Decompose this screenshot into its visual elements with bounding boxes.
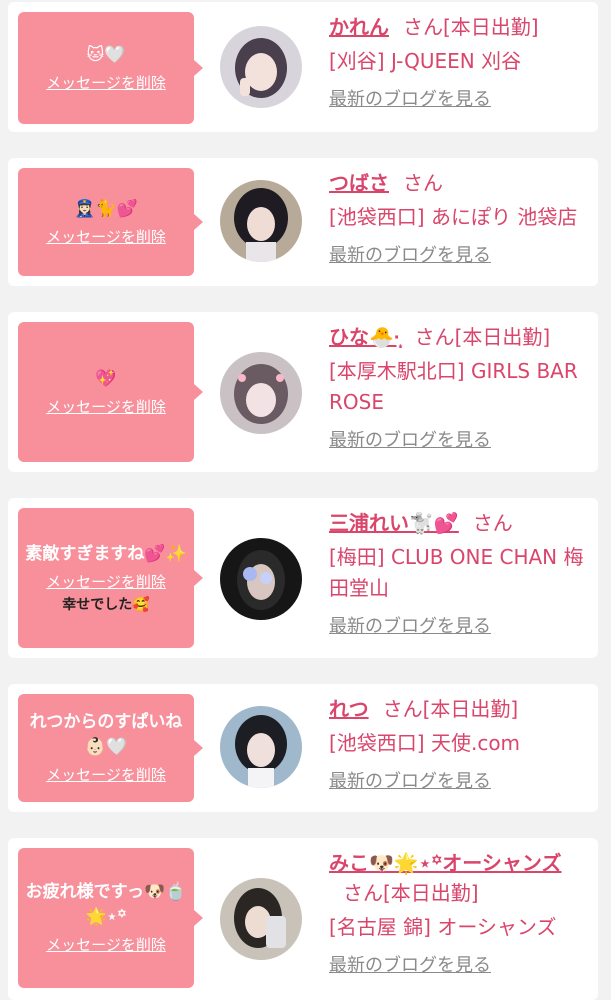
message-card: 👮🏻‍♀️🐈💕 メッセージを削除 つばさ さん [池袋西口] あにぽり 池袋店 最… xyxy=(8,158,598,286)
status-badge: [本日出勤] xyxy=(422,697,519,721)
blog-link[interactable]: 最新のブログを見る xyxy=(329,614,595,640)
cast-info: れつ さん[本日出勤] [池袋西口] 天使.com 最新のブログを見る xyxy=(329,694,595,795)
shop-name: [池袋西口] 天使.com xyxy=(329,731,521,755)
avatar-photo xyxy=(220,706,302,788)
message-card: 🐱🤍 メッセージを削除 かれん さん[本日出勤] [刈谷] J-QUEEN 刈谷 … xyxy=(8,2,598,132)
cast-name-link[interactable]: みこ🐶🌟⋆꙳オーシャンズ xyxy=(329,851,561,875)
message-card: 素敵すぎますね💕✨ メッセージを削除 幸せでした🥰 三浦れい🐩💕 さん [梅田] … xyxy=(8,498,598,658)
message-bubble: 👮🏻‍♀️🐈💕 メッセージを削除 xyxy=(18,168,203,276)
delete-message-button[interactable]: メッセージを削除 xyxy=(46,396,166,418)
honorific: さん xyxy=(403,171,443,195)
cast-name-link[interactable]: かれん xyxy=(329,15,389,39)
avatar[interactable] xyxy=(220,878,302,960)
cast-info: みこ🐶🌟⋆꙳オーシャンズさん[本日出勤] [名古屋 錦] オーシャンズ 最新のブ… xyxy=(329,848,595,979)
blog-link[interactable]: 最新のブログを見る xyxy=(329,953,595,979)
cast-name-link[interactable]: ひな🐣·̩͙ xyxy=(329,325,401,349)
honorific: さん xyxy=(382,697,423,721)
status-badge: [本日出勤] xyxy=(454,325,551,349)
honorific: さん xyxy=(414,325,455,349)
message-list: 🐱🤍 メッセージを削除 かれん さん[本日出勤] [刈谷] J-QUEEN 刈谷 … xyxy=(0,0,611,1000)
message-text: れつからのすぱいね👶🏻🤍 xyxy=(29,712,183,757)
honorific: さん xyxy=(343,881,383,905)
cast-info: つばさ さん [池袋西口] あにぽり 池袋店 最新のブログを見る xyxy=(329,168,595,269)
message-bubble: 素敵すぎますね💕✨ メッセージを削除 幸せでした🥰 xyxy=(18,508,203,648)
avatar[interactable] xyxy=(220,180,302,262)
status-badge: [本日出勤] xyxy=(443,15,539,39)
cast-name-link[interactable]: 三浦れい🐩💕 xyxy=(329,511,459,535)
blog-link[interactable]: 最新のブログを見る xyxy=(329,769,595,795)
message-text: お疲れ様ですっ🐶🍵🌟⋆꙳ xyxy=(25,882,187,927)
avatar-photo xyxy=(220,352,302,434)
delete-message-button[interactable]: メッセージを削除 xyxy=(46,764,166,786)
avatar-photo xyxy=(220,538,302,620)
message-bubble: れつからのすぱいね👶🏻🤍 メッセージを削除 xyxy=(18,694,203,802)
message-card: 💖 メッセージを削除 ひな🐣·̩͙ さん[本日出勤] [本厚木駅北口] GIRLS… xyxy=(8,312,598,472)
shop-name: [梅田] CLUB ONE CHAN 梅田堂山 xyxy=(329,545,584,600)
avatar-photo xyxy=(220,26,302,108)
avatar-photo xyxy=(220,878,302,960)
message-card: お疲れ様ですっ🐶🍵🌟⋆꙳ メッセージを削除 みこ🐶🌟⋆꙳オーシャンズさん[本日出… xyxy=(8,838,598,1000)
avatar[interactable] xyxy=(220,538,302,620)
avatar[interactable] xyxy=(220,706,302,788)
blog-link[interactable]: 最新のブログを見る xyxy=(329,243,595,269)
blog-link[interactable]: 最新のブログを見る xyxy=(329,428,595,454)
message-text: 👮🏻‍♀️🐈💕 xyxy=(74,198,138,219)
status-badge: [本日出勤] xyxy=(383,881,479,905)
cast-name-link[interactable]: れつ xyxy=(329,697,369,721)
shop-name: [本厚木駅北口] GIRLS BAR ROSE xyxy=(329,359,578,414)
message-extra-text: 幸せでした🥰 xyxy=(62,596,150,613)
cast-name-link[interactable]: つばさ xyxy=(329,171,389,195)
shop-name: [名古屋 錦] オーシャンズ xyxy=(329,915,557,939)
message-text: 素敵すぎますね💕✨ xyxy=(25,543,187,564)
cast-info: 三浦れい🐩💕 さん [梅田] CLUB ONE CHAN 梅田堂山 最新のブログを… xyxy=(329,508,595,640)
avatar-photo xyxy=(220,180,302,262)
message-text: 🐱🤍 xyxy=(86,44,126,65)
cast-info: かれん さん[本日出勤] [刈谷] J-QUEEN 刈谷 最新のブログを見る xyxy=(329,12,595,113)
delete-message-button[interactable]: メッセージを削除 xyxy=(46,226,166,248)
avatar[interactable] xyxy=(220,352,302,434)
shop-name: [刈谷] J-QUEEN 刈谷 xyxy=(329,49,522,73)
honorific: さん xyxy=(472,511,513,535)
shop-name: [池袋西口] あにぽり 池袋店 xyxy=(329,205,578,229)
cast-info: ひな🐣·̩͙ さん[本日出勤] [本厚木駅北口] GIRLS BAR ROSE 最… xyxy=(329,322,595,454)
message-bubble: 💖 メッセージを削除 xyxy=(18,322,203,462)
message-text: 💖 xyxy=(95,368,117,389)
blog-link[interactable]: 最新のブログを見る xyxy=(329,87,595,113)
avatar[interactable] xyxy=(220,26,302,108)
message-bubble: 🐱🤍 メッセージを削除 xyxy=(18,12,203,124)
delete-message-button[interactable]: メッセージを削除 xyxy=(46,72,166,94)
delete-message-button[interactable]: メッセージを削除 xyxy=(46,571,166,593)
honorific: さん xyxy=(403,15,443,39)
message-card: れつからのすぱいね👶🏻🤍 メッセージを削除 れつ さん[本日出勤] [池袋西口] … xyxy=(8,684,598,812)
delete-message-button[interactable]: メッセージを削除 xyxy=(46,934,166,956)
message-bubble: お疲れ様ですっ🐶🍵🌟⋆꙳ メッセージを削除 xyxy=(18,848,203,988)
